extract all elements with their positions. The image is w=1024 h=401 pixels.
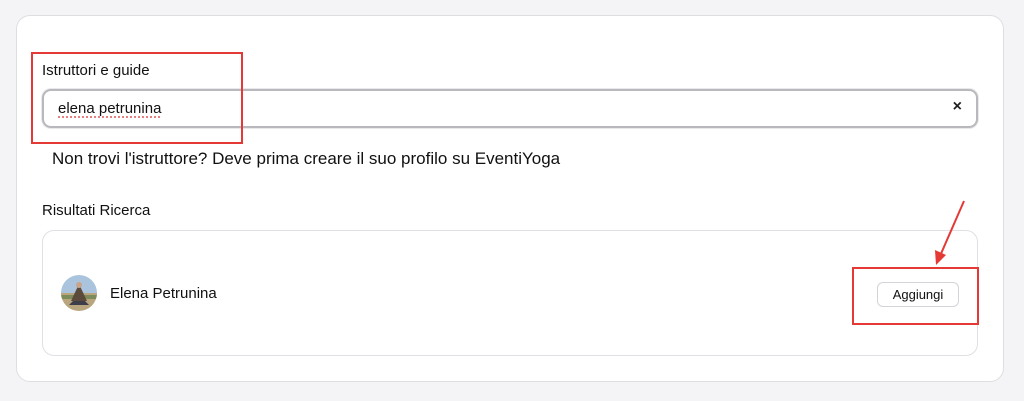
avatar — [61, 275, 97, 311]
annotation-highlight-search — [31, 52, 243, 144]
instructor-not-found-hint: Non trovi l'istruttore? Deve prima crear… — [52, 149, 561, 168]
result-item-name: Elena Petrunina — [110, 285, 217, 302]
search-results-heading: Risultati Ricerca — [42, 202, 151, 219]
clear-search-icon[interactable]: × — [953, 98, 962, 116]
annotation-highlight-add-button — [852, 267, 979, 325]
avatar-photo-icon — [61, 275, 97, 311]
